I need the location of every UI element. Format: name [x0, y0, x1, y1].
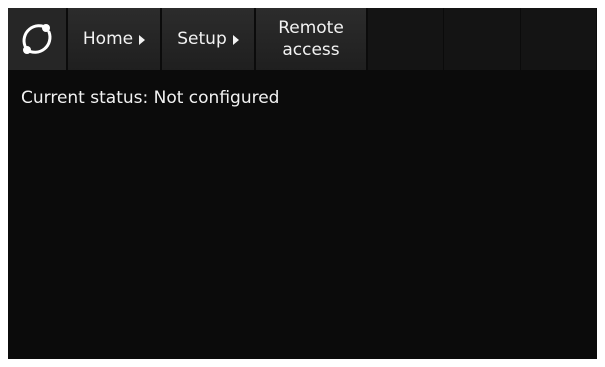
- breadcrumb-remote-line2: access: [282, 40, 340, 60]
- device-screen: Home Setup Remote access Current status:…: [8, 8, 597, 359]
- breadcrumb-home[interactable]: Home: [68, 8, 162, 70]
- status-label: Current status:: [21, 88, 149, 108]
- empty-slot: [444, 8, 521, 70]
- top-navigation-bar: Home Setup Remote access: [8, 8, 597, 70]
- breadcrumb-setup[interactable]: Setup: [162, 8, 256, 70]
- breadcrumb-setup-label: Setup: [177, 29, 227, 49]
- triangle-right-icon: [139, 35, 146, 45]
- breadcrumb-remote-access[interactable]: Remote access: [256, 8, 368, 70]
- logo-icon[interactable]: [8, 8, 68, 70]
- status-value: Not configured: [153, 88, 280, 108]
- breadcrumb-remote-line1: Remote: [278, 18, 344, 38]
- circular-arrows-logo-icon: [22, 24, 52, 54]
- empty-slot: [520, 8, 597, 70]
- empty-slot: [368, 8, 445, 70]
- current-status-line: Current status: Not configured: [21, 88, 279, 108]
- triangle-right-icon: [232, 35, 239, 45]
- topbar-empty-slots: [368, 8, 597, 70]
- breadcrumb-home-label: Home: [82, 29, 134, 49]
